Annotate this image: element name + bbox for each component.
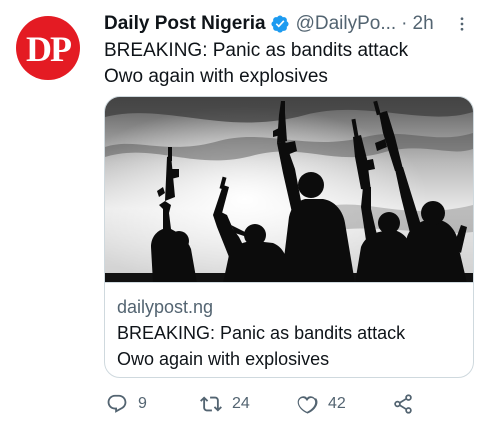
card-title-line: BREAKING: Panic as bandits attack [117,323,406,343]
retweet-count: 24 [232,395,250,412]
avatar[interactable]: DP [16,16,80,80]
reply-icon [106,393,128,415]
timestamp[interactable]: 2h [413,12,434,36]
tweet[interactable]: DP Daily Post Nigeria @DailyPo... · 2h B… [0,0,490,428]
tweet-actions: 9 24 42 [104,392,476,416]
like-count: 42 [328,395,346,412]
card-title: BREAKING: Panic as bandits attack Owo ag… [117,320,467,372]
avatar-logo-text: DP [26,29,72,69]
card-title-line: Owo again with explosives [117,349,330,369]
reply-count: 9 [138,395,147,412]
like-icon [296,393,318,415]
display-name[interactable]: Daily Post Nigeria [104,12,266,36]
retweet-icon [200,393,222,415]
more-icon[interactable] [452,12,472,36]
share-icon [392,393,414,415]
tweet-text: BREAKING: Panic as bandits attack Owo ag… [104,38,476,90]
user-handle[interactable]: @DailyPo... [296,12,397,36]
retweet-button[interactable]: 24 [200,392,250,416]
reply-button[interactable]: 9 [106,392,147,416]
card-image[interactable] [105,97,473,283]
tweet-text-line: Owo again with explosives [104,66,328,87]
tweet-text-line: BREAKING: Panic as bandits attack [104,40,409,61]
link-preview-card[interactable]: dailypost.ng BREAKING: Panic as bandits … [104,96,474,378]
like-button[interactable]: 42 [296,392,346,416]
tweet-header: Daily Post Nigeria @DailyPo... · 2h [104,12,476,36]
separator-dot: · [401,13,408,34]
verified-badge-icon [270,14,290,34]
share-button[interactable] [392,392,414,416]
card-meta: dailypost.ng BREAKING: Panic as bandits … [117,295,467,372]
card-domain: dailypost.ng [117,297,214,317]
